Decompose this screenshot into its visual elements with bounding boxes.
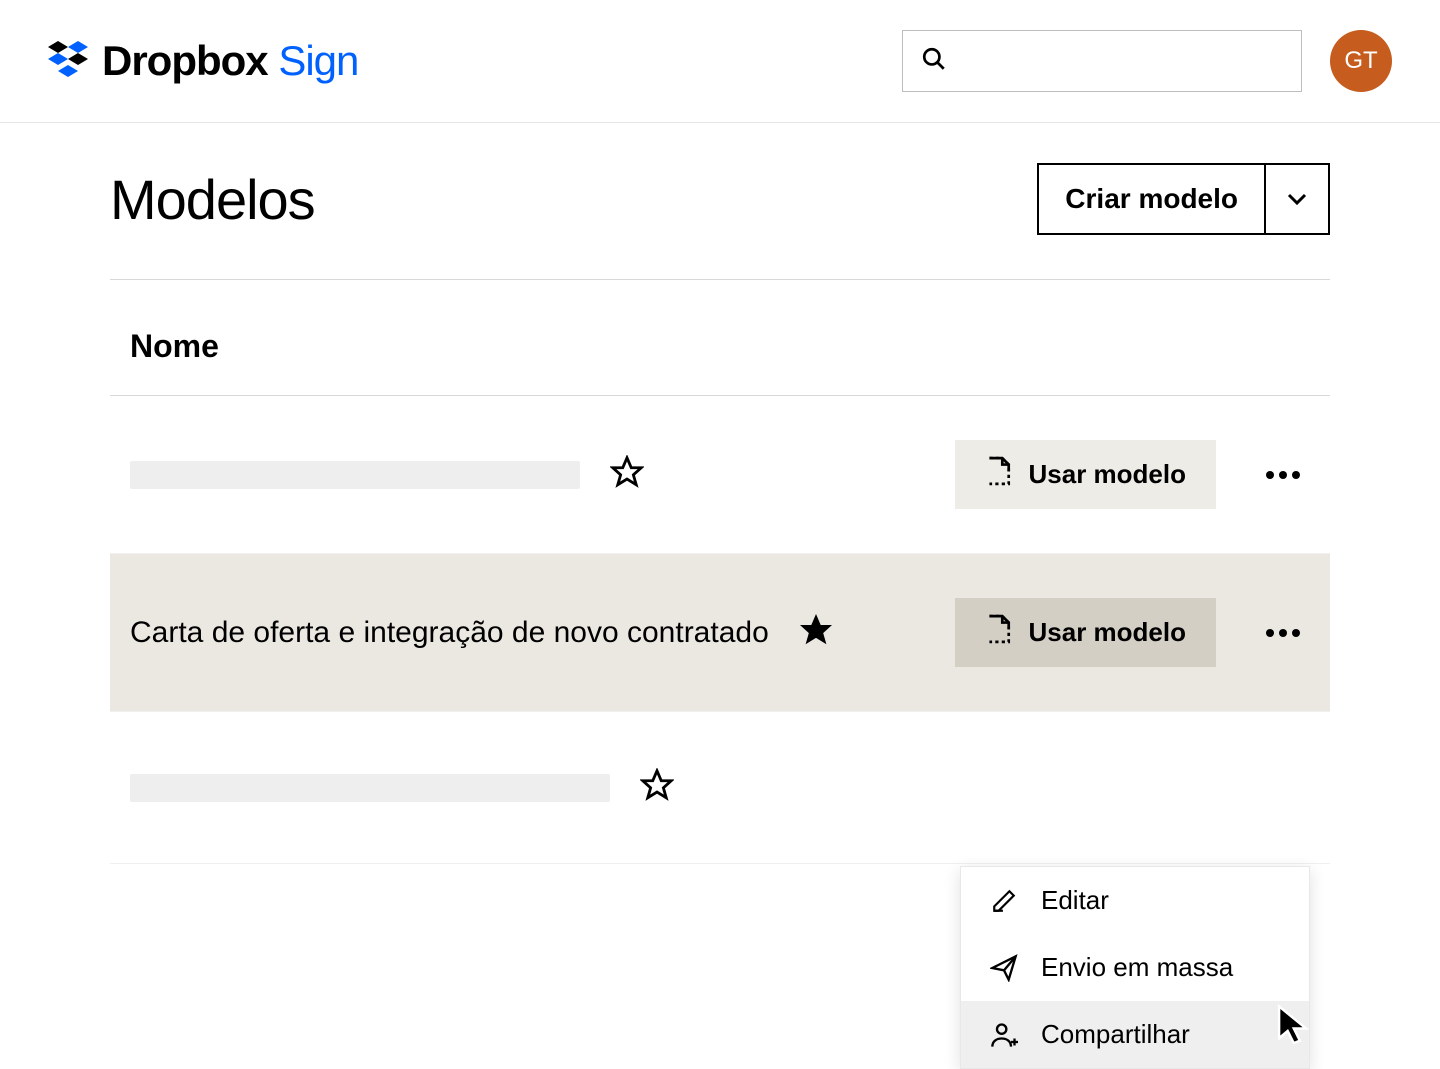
template-name: Carta de oferta e integração de novo con… xyxy=(130,616,769,650)
header-right: GT xyxy=(902,30,1392,92)
row-right: Usar modelo xyxy=(955,440,1311,509)
avatar[interactable]: GT xyxy=(1330,30,1392,92)
brand-secondary: Sign xyxy=(278,37,358,84)
search-icon xyxy=(921,46,947,77)
more-options-icon[interactable] xyxy=(1256,619,1310,647)
template-row[interactable]: Usar modelo xyxy=(110,396,1330,554)
use-template-label: Usar modelo xyxy=(1029,459,1187,490)
send-icon xyxy=(989,954,1019,982)
row-left xyxy=(130,768,674,807)
page-title: Modelos xyxy=(110,167,315,232)
template-name-placeholder xyxy=(130,774,610,802)
column-header-name: Nome xyxy=(110,280,1330,396)
document-icon xyxy=(985,456,1011,493)
search-box[interactable] xyxy=(902,30,1302,92)
menu-item-share[interactable]: Compartilhar xyxy=(961,1001,1309,1068)
menu-item-edit[interactable]: Editar xyxy=(961,867,1309,934)
star-outline-icon[interactable] xyxy=(640,768,674,807)
row-right: Usar modelo xyxy=(981,756,1311,819)
menu-label: Editar xyxy=(1041,885,1109,916)
star-filled-icon[interactable] xyxy=(799,613,833,652)
row-left xyxy=(130,455,644,494)
context-menu: Editar Envio em massa xyxy=(960,866,1310,1069)
search-input[interactable] xyxy=(959,50,1283,73)
title-row: Modelos Criar modelo xyxy=(110,163,1330,280)
app-header: Dropbox Sign GT xyxy=(0,0,1440,123)
dropbox-sign-logo-icon xyxy=(48,41,88,81)
logo[interactable]: Dropbox Sign xyxy=(48,37,358,85)
use-template-button[interactable]: Usar modelo xyxy=(955,440,1217,509)
template-name-placeholder xyxy=(130,461,580,489)
menu-label: Compartilhar xyxy=(1041,1019,1190,1050)
template-list: Usar modelo Carta de oferta e integração… xyxy=(110,396,1330,864)
document-icon xyxy=(985,614,1011,651)
avatar-initials: GT xyxy=(1344,47,1377,75)
chevron-down-icon[interactable] xyxy=(1266,165,1328,233)
use-template-button[interactable]: Usar modelo xyxy=(955,598,1217,667)
template-row[interactable]: Usar modelo xyxy=(110,712,1330,864)
star-outline-icon[interactable] xyxy=(610,455,644,494)
main-content: Modelos Criar modelo Nome xyxy=(0,123,1440,864)
pencil-icon xyxy=(989,888,1019,914)
menu-label: Envio em massa xyxy=(1041,952,1233,983)
menu-item-bulk-send[interactable]: Envio em massa xyxy=(961,934,1309,1001)
create-template-button[interactable]: Criar modelo xyxy=(1037,163,1330,235)
template-row[interactable]: Carta de oferta e integração de novo con… xyxy=(110,554,1330,712)
more-options-icon[interactable] xyxy=(1256,461,1310,489)
person-add-icon xyxy=(989,1021,1019,1049)
create-template-label: Criar modelo xyxy=(1039,165,1266,233)
use-template-label: Usar modelo xyxy=(1029,617,1187,648)
row-right: Usar modelo xyxy=(955,598,1311,667)
logo-text: Dropbox Sign xyxy=(102,37,358,85)
brand-primary: Dropbox xyxy=(102,37,268,84)
row-left: Carta de oferta e integração de novo con… xyxy=(130,613,833,652)
